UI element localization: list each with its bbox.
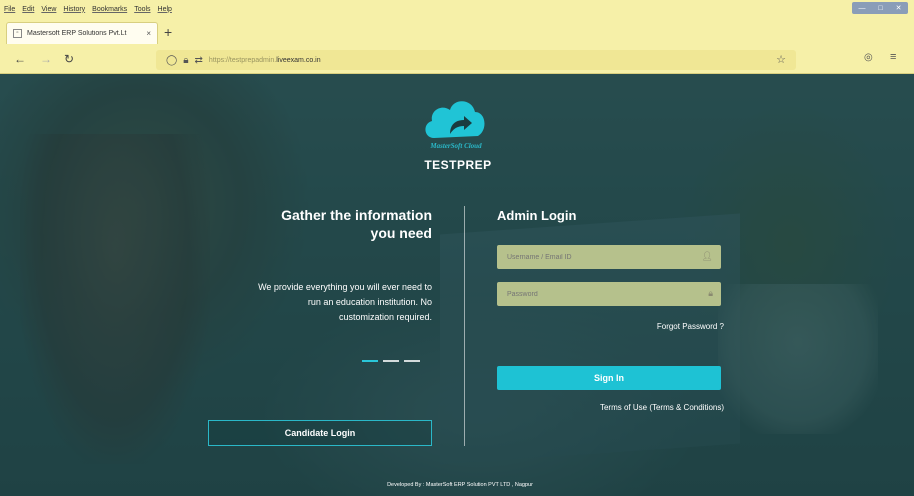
username-input[interactable]	[497, 245, 687, 269]
terms-link[interactable]: Terms of Use (Terms & Conditions)	[540, 403, 724, 412]
shield-icon[interactable]: ◯	[166, 55, 177, 66]
window-controls: — □ ✕	[852, 2, 908, 14]
forgot-password-link[interactable]: Forgot Password ?	[600, 322, 724, 331]
carousel-dot-2[interactable]	[383, 360, 399, 362]
close-window-button[interactable]: ✕	[896, 4, 902, 12]
nav-bar: ← → ↻ ◯ 🔒︎ ⇄ https://testprepadmin.livee…	[0, 46, 914, 74]
menu-bar: File Edit View History Bookmarks Tools H…	[0, 0, 914, 18]
vertical-divider	[464, 206, 465, 446]
menu-edit[interactable]: Edit	[22, 6, 34, 13]
pocket-icon[interactable]: ◎	[864, 52, 873, 63]
user-icon: 👤︎	[701, 251, 713, 261]
permissions-icon[interactable]: ⇄	[195, 55, 203, 66]
back-arrow-icon[interactable]: ←	[14, 52, 26, 66]
menu-file[interactable]: File	[4, 6, 15, 13]
maximize-button[interactable]: □	[878, 5, 882, 12]
menu-icon[interactable]: ≡	[890, 51, 896, 63]
footer-text: Developed By : MasterSoft ERP Solution P…	[387, 482, 533, 488]
password-field[interactable]: 🔒︎	[497, 282, 721, 306]
brand-title: TESTPREP	[424, 158, 492, 172]
menu-history[interactable]: History	[63, 6, 85, 13]
tab-close-icon[interactable]: ×	[146, 29, 151, 38]
logo-caption: MasterSoft Cloud	[430, 142, 482, 150]
carousel-dot-1[interactable]	[362, 360, 378, 362]
page-favicon-icon: ▫	[13, 29, 22, 38]
login-page: MasterSoft Cloud TESTPREP Gather the inf…	[0, 74, 914, 496]
forward-arrow-icon[interactable]: →	[40, 52, 52, 66]
browser-tab[interactable]: ▫ Mastersoft ERP Solutions Pvt.Lt ×	[6, 22, 158, 44]
lock-icon: 🔒︎	[708, 288, 713, 298]
admin-login-heading: Admin Login	[497, 208, 577, 223]
bookmark-star-icon[interactable]: ☆	[776, 53, 786, 66]
minimize-button[interactable]: —	[858, 5, 865, 12]
sign-in-button[interactable]: Sign In	[497, 366, 721, 390]
url-text[interactable]: https://testprepadmin.liveexam.co.in	[209, 57, 321, 64]
info-description: We provide everything you will ever need…	[258, 282, 432, 322]
carousel-dot-3[interactable]	[404, 360, 420, 362]
password-input[interactable]	[497, 282, 687, 306]
menu-help[interactable]: Help	[158, 6, 172, 13]
menu-view[interactable]: View	[41, 6, 56, 13]
lock-icon[interactable]: 🔒︎	[183, 55, 188, 66]
reload-icon[interactable]: ↻	[64, 52, 74, 66]
candidate-login-button[interactable]: Candidate Login	[208, 420, 432, 446]
tab-bar: ▫ Mastersoft ERP Solutions Pvt.Lt × +	[0, 18, 914, 46]
username-field[interactable]: 👤︎	[497, 245, 721, 269]
info-heading: Gather the information you need	[281, 207, 432, 241]
new-tab-button[interactable]: +	[164, 25, 172, 39]
menu-bookmarks[interactable]: Bookmarks	[92, 6, 127, 13]
menu-tools[interactable]: Tools	[134, 6, 150, 13]
tab-title: Mastersoft ERP Solutions Pvt.Lt	[27, 30, 127, 37]
carousel-indicators	[362, 360, 425, 362]
url-bar[interactable]: ◯ 🔒︎ ⇄ https://testprepadmin.liveexam.co…	[156, 50, 796, 70]
